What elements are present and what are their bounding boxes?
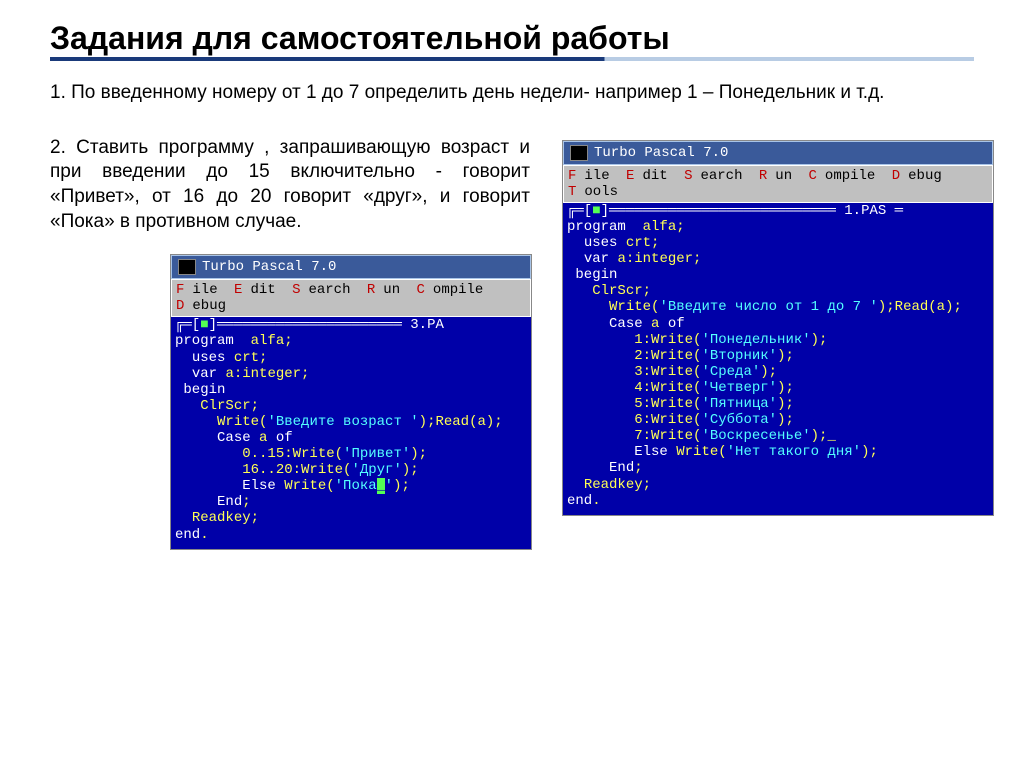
menu-compile[interactable]: Compile bbox=[417, 282, 484, 298]
menu-run[interactable]: Run bbox=[759, 168, 792, 184]
menubar-2: File Edit Search Run Compile Debug bbox=[171, 279, 531, 317]
window-title-1: Turbo Pascal 7.0 bbox=[594, 145, 728, 161]
task1-text: 1. По введенному номеру от 1 до 7 опреде… bbox=[50, 81, 974, 106]
page-title: Задания для самостоятельной работы bbox=[50, 20, 974, 57]
title-underline bbox=[50, 57, 974, 61]
menu-search[interactable]: Search bbox=[684, 168, 742, 184]
menu-file[interactable]: File bbox=[176, 282, 218, 298]
window-icon bbox=[178, 259, 196, 275]
menu-compile[interactable]: Compile bbox=[809, 168, 876, 184]
titlebar-2: Turbo Pascal 7.0 bbox=[171, 255, 531, 279]
menu-edit[interactable]: Edit bbox=[234, 282, 276, 298]
menu-tools[interactable]: Tools bbox=[568, 184, 618, 200]
menu-edit[interactable]: Edit bbox=[626, 168, 668, 184]
editor-frame-1: ╔═[■]═══════════════════════════ 1.PAS ═… bbox=[563, 203, 993, 515]
window-title-2: Turbo Pascal 7.0 bbox=[202, 259, 336, 275]
titlebar-1: Turbo Pascal 7.0 bbox=[563, 141, 993, 165]
menu-run[interactable]: Run bbox=[367, 282, 400, 298]
menu-file[interactable]: File bbox=[568, 168, 610, 184]
pascal-window-2: Turbo Pascal 7.0 File Edit Search Run Co… bbox=[170, 254, 532, 549]
menu-debug[interactable]: Debug bbox=[176, 298, 226, 314]
menu-search[interactable]: Search bbox=[292, 282, 350, 298]
pascal-window-1: Turbo Pascal 7.0 File Edit Search Run Co… bbox=[562, 140, 994, 516]
window-icon bbox=[570, 145, 588, 161]
task2-text: 2. Ставить программу , запрашивающую воз… bbox=[50, 136, 530, 235]
menu-debug[interactable]: Debug bbox=[892, 168, 942, 184]
editor-frame-2: ╔═[■]══════════════════════ 3.PA program… bbox=[171, 317, 531, 548]
menubar-1: File Edit Search Run Compile Debug Tools bbox=[563, 165, 993, 203]
